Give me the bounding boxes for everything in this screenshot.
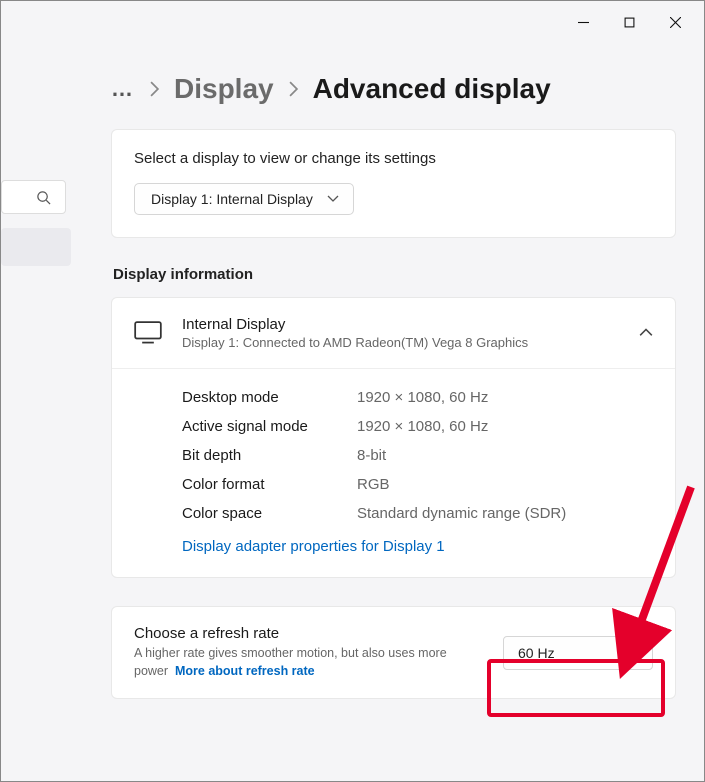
window-titlebar [1,1,704,43]
refresh-rate-learn-more-link[interactable]: More about refresh rate [175,664,315,678]
info-value: 1920 × 1080, 60 Hz [357,389,488,406]
refresh-rate-value: 60 Hz [518,645,555,661]
close-button[interactable] [652,6,698,38]
chevron-down-icon [327,193,339,205]
select-display-card: Select a display to view or change its s… [111,129,676,238]
info-label: Desktop mode [182,389,357,406]
info-label: Active signal mode [182,418,357,435]
monitor-icon [134,321,162,344]
page-title: Advanced display [313,73,551,105]
main-content: … Display Advanced display Select a disp… [71,43,704,781]
chevron-right-icon [288,81,299,97]
display-info-header[interactable]: Internal Display Display 1: Connected to… [112,298,675,369]
chevron-up-icon [639,326,653,340]
display-info-body: Desktop mode 1920 × 1080, 60 Hz Active s… [112,369,675,577]
refresh-rate-card: Choose a refresh rate A higher rate give… [111,606,676,699]
chevron-right-icon [149,81,160,97]
breadcrumb-parent[interactable]: Display [174,73,274,105]
breadcrumb: … Display Advanced display [111,73,676,105]
display-selector-dropdown[interactable]: Display 1: Internal Display [134,183,354,215]
info-value: Standard dynamic range (SDR) [357,505,566,522]
info-value: 1920 × 1080, 60 Hz [357,418,488,435]
display-info-card: Internal Display Display 1: Connected to… [111,297,676,578]
search-input[interactable] [1,180,66,214]
info-row: Bit depth 8-bit [182,441,653,470]
info-value: 8-bit [357,447,386,464]
display-selector-value: Display 1: Internal Display [151,191,313,207]
adapter-properties-link[interactable]: Display adapter properties for Display 1 [182,528,653,557]
sidebar [1,43,71,781]
info-row: Active signal mode 1920 × 1080, 60 Hz [182,412,653,441]
maximize-button[interactable] [606,6,652,38]
info-row: Desktop mode 1920 × 1080, 60 Hz [182,383,653,412]
minimize-button[interactable] [560,6,606,38]
info-row: Color format RGB [182,470,653,499]
select-display-prompt: Select a display to view or change its s… [134,150,653,167]
refresh-rate-description: A higher rate gives smoother motion, but… [134,645,485,680]
sidebar-item-selected[interactable] [1,228,71,266]
info-row: Color space Standard dynamic range (SDR) [182,499,653,528]
info-label: Color space [182,505,357,522]
display-info-heading: Display information [113,266,676,283]
search-icon [36,190,51,205]
info-label: Color format [182,476,357,493]
display-connection: Display 1: Connected to AMD Radeon(TM) V… [182,335,619,350]
chevron-down-icon [628,647,640,659]
info-label: Bit depth [182,447,357,464]
refresh-rate-dropdown[interactable]: 60 Hz [503,636,653,670]
refresh-rate-title: Choose a refresh rate [134,625,485,642]
breadcrumb-overflow[interactable]: … [111,76,135,102]
display-name: Internal Display [182,316,619,333]
info-value: RGB [357,476,390,493]
